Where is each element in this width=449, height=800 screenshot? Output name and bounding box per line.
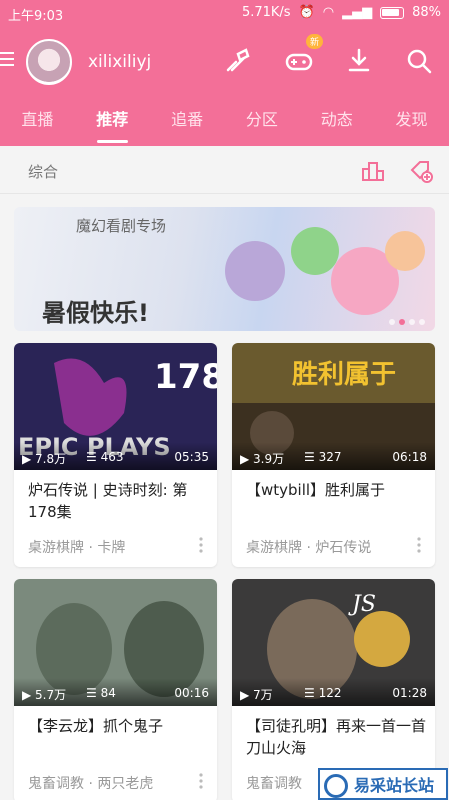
- tab-recommend[interactable]: 推荐: [75, 104, 150, 146]
- video-card[interactable]: ▶ 5.7万 ☰ 84 00:16 【李云龙】抓个鬼子 鬼畜调教 · 两只老虎: [14, 579, 217, 800]
- banner-dot-active[interactable]: [399, 319, 405, 325]
- video-duration: 05:35: [174, 450, 209, 464]
- game-center-icon[interactable]: [284, 46, 314, 76]
- wifi-icon: ◠: [322, 5, 335, 20]
- banner-dots: [389, 319, 425, 325]
- video-duration: 00:16: [174, 686, 209, 700]
- video-category[interactable]: 桌游棋牌 · 炉石传说: [246, 537, 371, 557]
- video-card[interactable]: JS ▶ 7万 ☰ 122 01:28 【司徒孔明】再来一首一首刀山火海 鬼畜调…: [232, 579, 435, 800]
- views-count: ▶ 7.8万: [22, 452, 67, 466]
- video-duration: 06:18: [392, 450, 427, 464]
- svg-text:JS: JS: [348, 592, 376, 617]
- video-category[interactable]: 鬼畜调教 · 两只老虎: [28, 773, 153, 793]
- tab-live[interactable]: 直播: [0, 104, 75, 146]
- banner-slogan: 暑假快乐!: [42, 299, 149, 327]
- banner-dot[interactable]: [409, 319, 415, 325]
- banner-dot[interactable]: [389, 319, 395, 325]
- ranking-icon[interactable]: [360, 158, 386, 184]
- video-meta: ▶ 7万 ☰ 122 01:28: [232, 678, 435, 706]
- banner-illustration: [225, 227, 425, 315]
- more-options-icon[interactable]: [199, 537, 203, 553]
- video-duration: 01:28: [392, 686, 427, 700]
- game-new-badge: 新: [306, 34, 324, 49]
- tab-dynamic[interactable]: 动态: [299, 104, 374, 146]
- search-icon[interactable]: [404, 46, 434, 76]
- theme-icon[interactable]: [222, 46, 252, 76]
- video-title[interactable]: 炉石传说 | 史诗时刻: 第178集: [28, 479, 208, 523]
- views-count: ▶ 3.9万: [240, 452, 285, 466]
- video-category[interactable]: 鬼畜调教: [246, 773, 302, 793]
- section-header: 综合: [0, 146, 449, 194]
- video-card[interactable]: 胜利属于 ▶ 3.9万 ☰ 327 06:18 【wtybill】胜利属于 桌游…: [232, 343, 435, 567]
- battery-percent: 88%: [412, 5, 441, 20]
- more-options-icon[interactable]: [417, 537, 421, 553]
- video-category[interactable]: 桌游棋牌 · 卡牌: [28, 537, 125, 557]
- battery-icon: [380, 6, 405, 19]
- video-meta: ▶ 5.7万 ☰ 84 00:16: [14, 678, 217, 706]
- username[interactable]: xilixiliyj: [88, 52, 151, 72]
- danmaku-count: ☰ 122: [304, 686, 342, 700]
- tab-discover[interactable]: 发现: [374, 104, 449, 146]
- download-icon[interactable]: [344, 46, 374, 76]
- promo-banner[interactable]: 魔幻看剧专场 暑假快乐!: [14, 207, 435, 331]
- video-title[interactable]: 【李云龙】抓个鬼子: [28, 715, 208, 737]
- video-meta: ▶ 7.8万 ☰ 463 05:35: [14, 442, 217, 470]
- views-count: ▶ 7万: [240, 688, 273, 702]
- video-meta: ▶ 3.9万 ☰ 327 06:18: [232, 442, 435, 470]
- svg-text:178: 178: [154, 357, 217, 397]
- tab-bangumi[interactable]: 追番: [150, 104, 225, 146]
- status-bar: 上午9:03 5.71K/s ⏰ ◠ ▂▄▆ 88%: [0, 0, 449, 26]
- watermark-logo: 易采站长站: [318, 768, 448, 800]
- main-tabs: 直播 推荐 追番 分区 动态 发现: [0, 104, 449, 146]
- avatar[interactable]: [26, 39, 72, 85]
- danmaku-count: ☰ 327: [304, 450, 342, 464]
- tab-category[interactable]: 分区: [224, 104, 299, 146]
- top-app-bar: xilixiliyj 新: [0, 30, 449, 92]
- watermark-icon: [324, 774, 348, 798]
- status-right: 5.71K/s ⏰ ◠ ▂▄▆ 88%: [242, 5, 441, 20]
- section-label[interactable]: 综合: [28, 161, 58, 182]
- more-options-icon[interactable]: [199, 773, 203, 789]
- alarm-icon: ⏰: [298, 5, 315, 20]
- views-count: ▶ 5.7万: [22, 688, 67, 702]
- svg-text:胜利属于: 胜利属于: [292, 360, 396, 390]
- video-card[interactable]: 178 EPIC PLAYS ▶ 7.8万 ☰ 463 05:35 炉石传说 |…: [14, 343, 217, 567]
- banner-title: 魔幻看剧专场: [76, 217, 167, 235]
- danmaku-count: ☰ 84: [86, 686, 116, 700]
- menu-icon[interactable]: [0, 52, 14, 66]
- watermark-text: 易采站长站: [354, 776, 435, 795]
- status-time: 上午9:03: [8, 9, 64, 24]
- danmaku-count: ☰ 463: [86, 450, 124, 464]
- banner-dot[interactable]: [419, 319, 425, 325]
- network-speed: 5.71K/s: [241, 5, 291, 20]
- video-title[interactable]: 【司徒孔明】再来一首一首刀山火海: [246, 715, 426, 759]
- add-tag-icon[interactable]: [408, 158, 434, 184]
- video-title[interactable]: 【wtybill】胜利属于: [246, 479, 426, 501]
- signal-icon: ▂▄▆: [342, 5, 373, 20]
